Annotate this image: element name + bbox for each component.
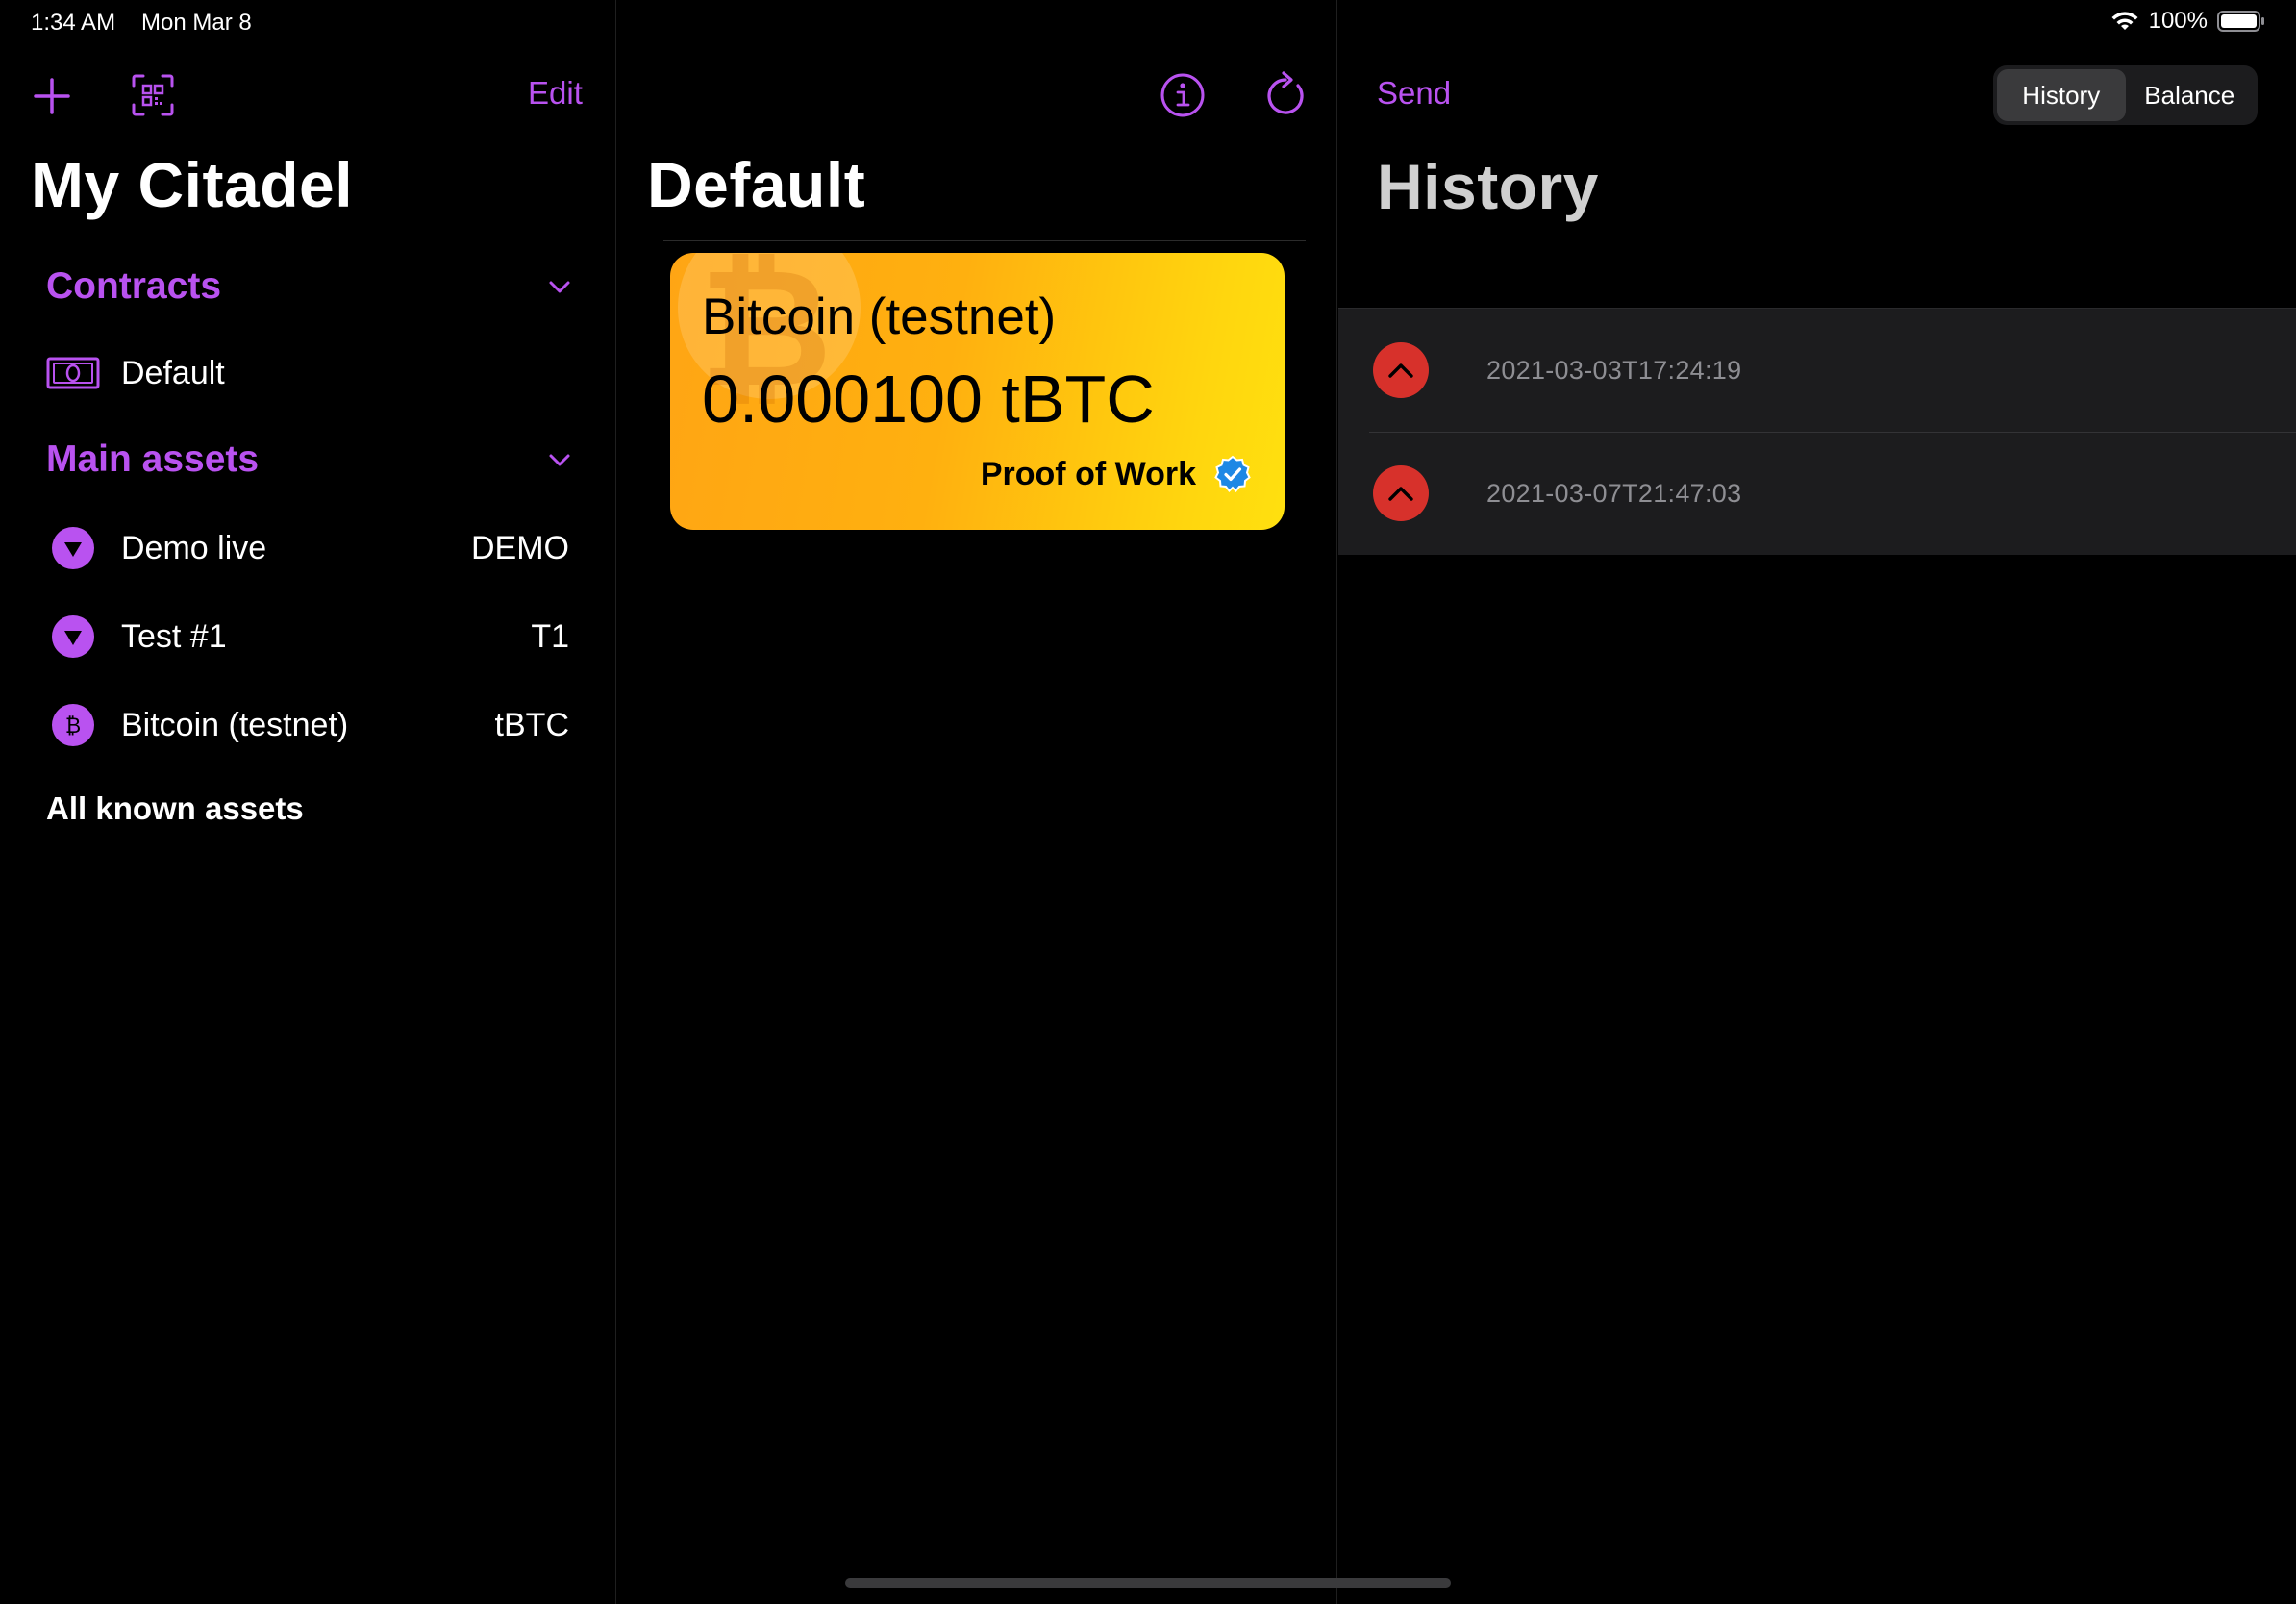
sidebar-item-label: Demo live [121,529,267,566]
transaction-row[interactable]: 2021-03-07T21:47:03 [1338,432,2296,555]
sidebar-item-default-contract[interactable]: Default [46,339,569,407]
contract-title: Default [647,149,866,220]
sidebar-item-label: Test #1 [121,617,227,655]
history-panel [1337,0,2296,1604]
chevron-down-icon [549,281,570,293]
transaction-date: 2021-03-07T21:47:03 [1486,478,1742,508]
history-title: History [1377,151,1599,222]
contracts-section-header[interactable]: Contracts [46,258,573,315]
sidebar-title: My Citadel [31,149,354,220]
sidebar: Edit My Citadel Contracts Default Main a… [0,0,616,1604]
verified-badge-icon [1214,455,1251,493]
sidebar-item-test-1[interactable]: Test #1 T1 [46,603,569,670]
sidebar-item-bitcoin-testnet[interactable]: ₿ Bitcoin (testnet) tBTC [46,691,569,759]
edit-button[interactable]: Edit [528,75,583,112]
svg-text:₿: ₿ [65,714,81,739]
refresh-button[interactable] [1261,69,1310,119]
sidebar-item-label: Default [121,354,225,391]
outgoing-arrow-icon [1373,342,1429,398]
asset-card-bitcoin-testnet[interactable]: ₿ Bitcoin (testnet) 0.000100 tBTC Proof … [670,253,1285,530]
bitcoin-icon: ₿ [46,704,100,746]
asset-ticker: tBTC [494,706,569,743]
info-icon [1160,73,1205,117]
asset-ticker: T1 [531,617,569,655]
chevron-down-icon [549,454,570,466]
segment-balance[interactable]: Balance [2126,69,2255,121]
outgoing-arrow-icon [1373,465,1429,521]
transaction-date: 2021-03-03T17:24:19 [1486,355,1742,385]
info-button[interactable] [1159,71,1207,119]
send-button[interactable]: Send [1377,75,1451,112]
refresh-icon [1267,71,1304,114]
asset-ticker: DEMO [471,529,569,566]
transaction-row[interactable]: 2021-03-03T17:24:19 [1338,309,2296,432]
sidebar-item-demo-live[interactable]: Demo live DEMO [46,514,569,582]
wallet-icon [46,354,100,392]
app-screen: 1:34 AM Mon Mar 8 100% Edit My Citadel C… [0,0,2296,1604]
card-consensus: Proof of Work [981,455,1252,493]
home-indicator[interactable] [845,1578,1451,1588]
scan-qr-button[interactable] [129,71,177,119]
card-asset-name: Bitcoin (testnet) [702,288,1057,345]
main-assets-section-header[interactable]: Main assets [46,431,573,489]
plus-icon [34,78,70,114]
all-known-assets-link[interactable]: All known assets [46,790,304,827]
sidebar-item-label: Bitcoin (testnet) [121,706,349,743]
view-segmented-control: History Balance [1993,65,2258,125]
contracts-header-label: Contracts [46,265,222,307]
triangle-down-icon [46,615,100,658]
add-button[interactable] [29,73,75,119]
qr-scan-icon [132,74,174,116]
triangle-down-icon [46,527,100,569]
segment-history[interactable]: History [1997,69,2126,121]
transaction-list: 2021-03-03T17:24:19 2021-03-07T21:47:03 [1338,308,2296,555]
consensus-label: Proof of Work [980,455,1196,492]
main-assets-header-label: Main assets [46,439,260,480]
divider [663,240,1306,241]
card-balance: 0.000100 tBTC [702,362,1155,437]
